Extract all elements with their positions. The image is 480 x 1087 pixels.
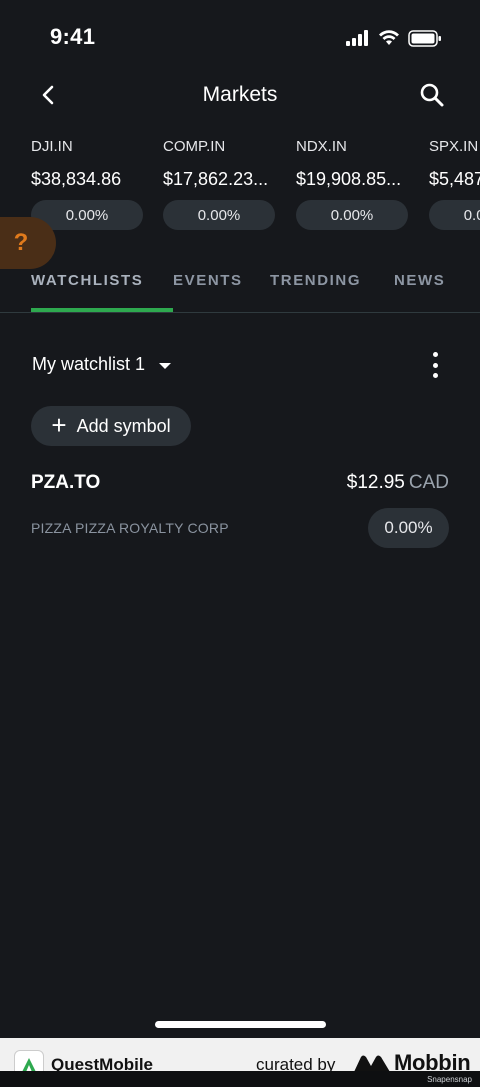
plus-icon: + [51,410,67,440]
question-mark-icon: ? [13,229,29,256]
ticker-change-pill: 0.00% [429,200,480,230]
tab-divider [0,312,480,313]
status-icons [346,28,442,48]
ticker-price: $17,862.23... [163,169,269,189]
ticker-symbol: SPX.IN [429,138,479,155]
index-ticker-spx[interactable]: SPX.IN $5,487 0.00% [429,138,480,230]
caret-down-icon [159,362,172,369]
add-symbol-button[interactable]: + Add symbol [31,406,191,446]
stock-change-pill: 0.00% [368,508,449,548]
more-options-button[interactable] [430,352,440,378]
home-indicator [155,1021,326,1028]
index-ticker-row[interactable]: DJI.IN $38,834.86 0.00% COMP.IN $17,862.… [31,138,480,230]
footer-bottom-strip [0,1071,480,1087]
battery-icon [408,29,441,47]
ticker-price: $5,487 [429,169,480,189]
search-icon [420,83,444,107]
index-ticker-dji[interactable]: DJI.IN $38,834.86 0.00% [31,138,143,230]
tab-bar: WATCHLISTS EVENTS TRENDING NEWS [31,272,454,312]
ticker-symbol: DJI.IN [31,138,73,155]
stock-currency: CAD [408,472,449,493]
kebab-dot [432,362,438,368]
index-ticker-ndx[interactable]: NDX.IN $19,908.85... 0.00% [296,138,408,230]
help-button[interactable]: ? [0,217,56,269]
stock-symbol: PZA.TO [31,472,101,493]
index-ticker-comp[interactable]: COMP.IN $17,862.23... 0.00% [163,138,275,230]
stock-price: $12.95 CAD [347,472,449,494]
status-time: 9:41 [50,24,96,49]
tab-watchlists[interactable]: WATCHLISTS [31,272,173,312]
tab-events[interactable]: EVENTS [173,272,270,312]
ticker-price: $38,834.86 [31,169,122,189]
kebab-dot [432,373,438,378]
ticker-change-pill: 0.00% [163,200,275,230]
watchlist-selector[interactable]: My watchlist 1 [32,354,172,375]
ticker-symbol: NDX.IN [296,138,347,155]
ticker-price: $19,908.85... [296,169,402,189]
search-button[interactable] [418,81,446,109]
watermark: Snapensnap [427,1075,472,1084]
stock-price-value: $12.95 [346,472,405,493]
add-symbol-label: Add symbol [76,415,171,436]
ticker-symbol: COMP.IN [163,138,226,155]
company-name: PIZZA PIZZA ROYALTY CORP [31,520,229,536]
signal-icon [346,30,368,46]
tab-news[interactable]: NEWS [394,272,454,312]
wifi-icon [379,30,399,45]
mobbin-logo-icon [354,1055,390,1072]
tab-trending[interactable]: TRENDING [270,272,394,312]
page-title: Markets [202,83,278,106]
watchlist-name: My watchlist 1 [32,354,146,374]
ticker-change-pill: 0.00% [296,200,408,230]
kebab-menu-icon [432,352,438,357]
